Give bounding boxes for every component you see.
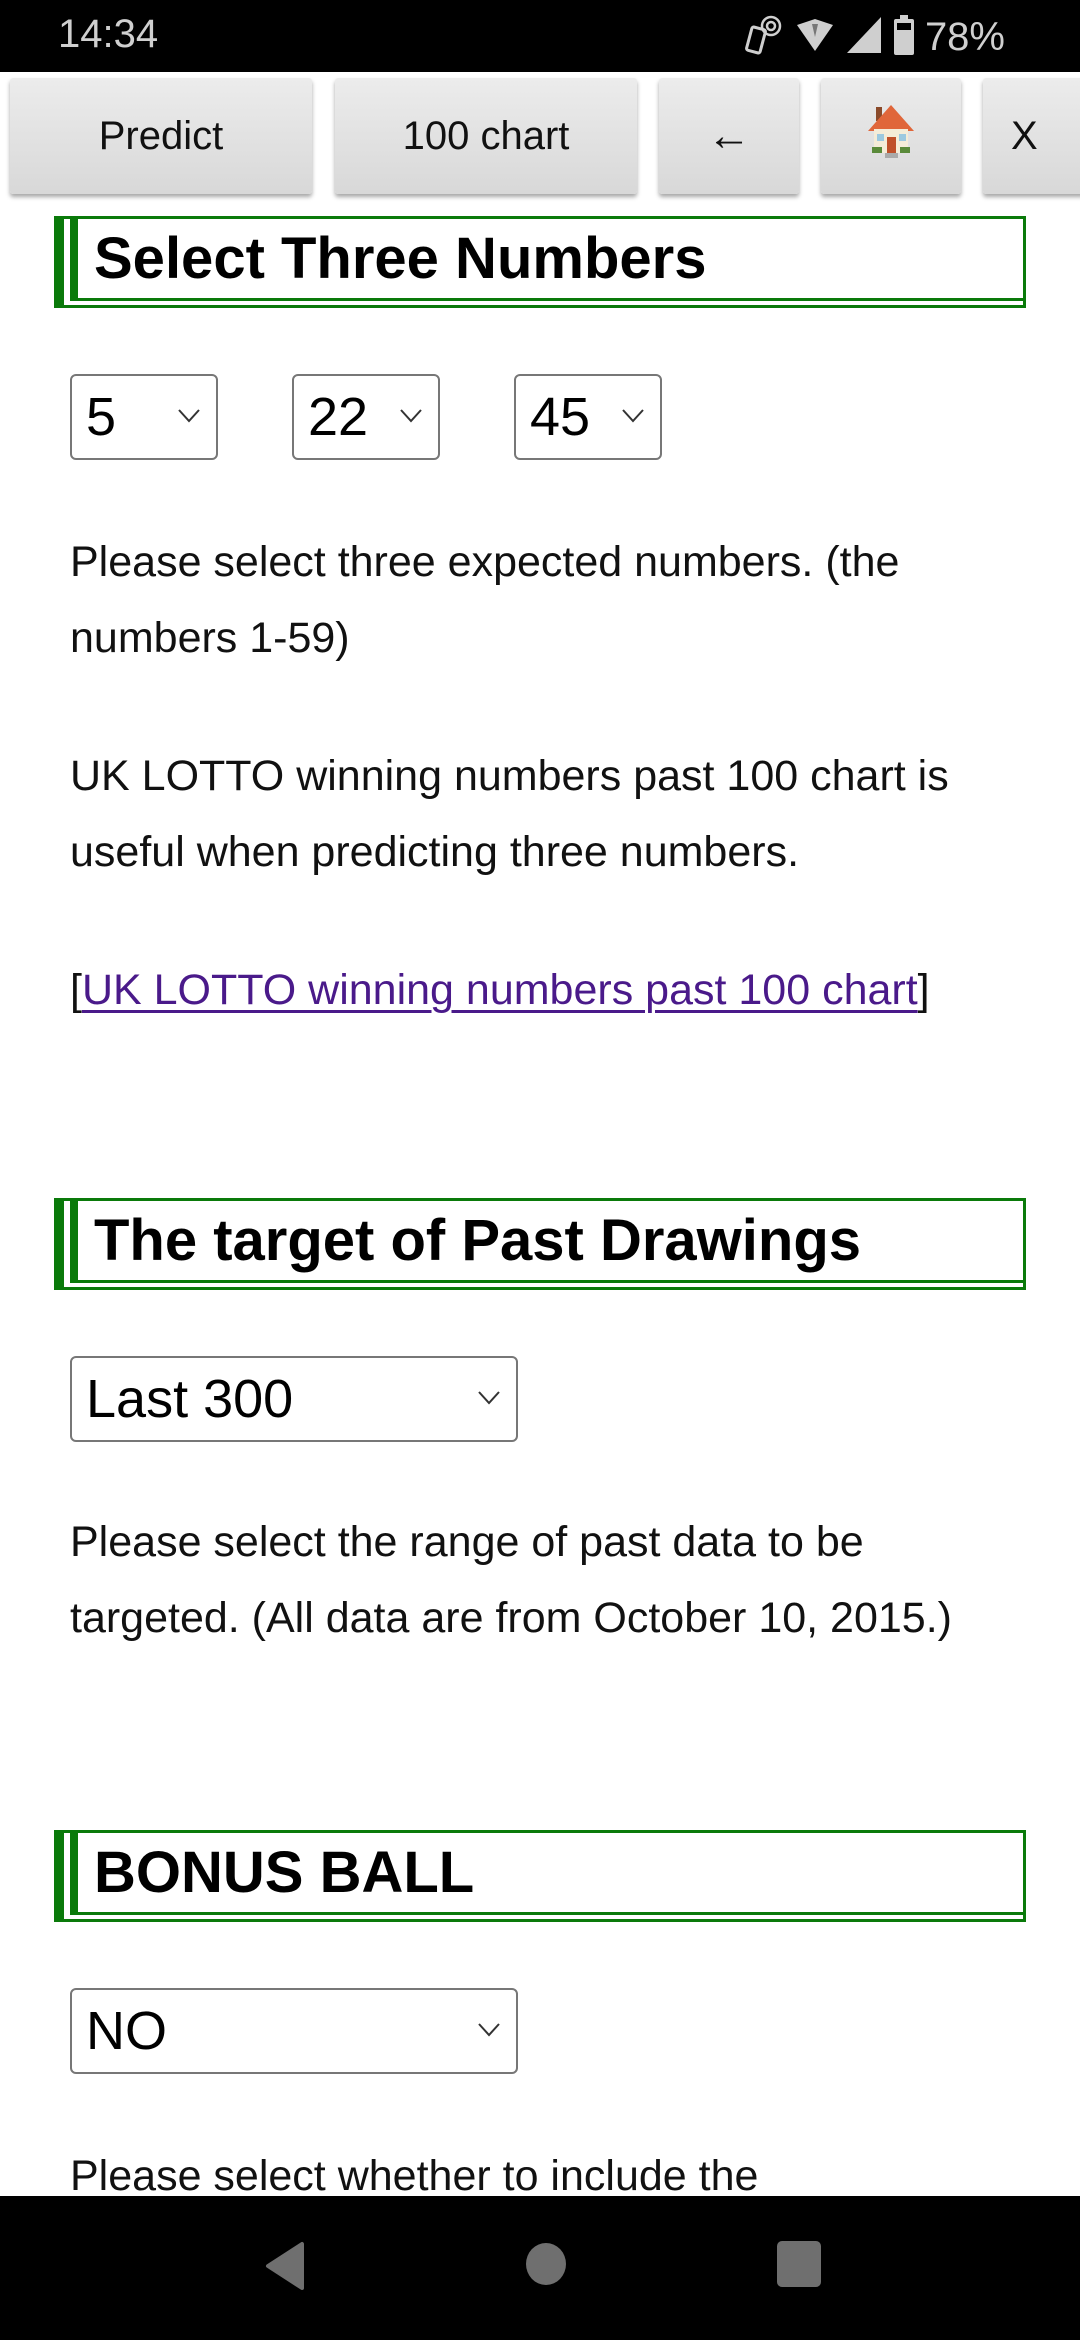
close-bracket: ] <box>917 966 930 1014</box>
100-chart-link[interactable]: UK LOTTO winning numbers past 100 chart <box>82 966 918 1014</box>
status-icons: 78% <box>745 14 1005 61</box>
nav-recents-button[interactable] <box>776 2240 822 2295</box>
wifi-icon <box>795 15 835 60</box>
select-numbers-instructions: Please select three expected numbers. (t… <box>70 538 900 662</box>
heading-text: BONUS BALL <box>70 1833 1023 1915</box>
chevron-down-icon <box>178 409 200 423</box>
close-button[interactable]: X <box>983 78 1080 194</box>
bonus-ball-instructions: Please select whether to include the <box>70 2152 759 2196</box>
home-circle-icon <box>526 2243 566 2285</box>
battery-icon <box>893 15 915 60</box>
chevron-down-icon <box>622 409 644 423</box>
predict-button[interactable]: Predict <box>10 78 312 194</box>
chart-usefulness-text: UK LOTTO winning numbers past 100 chart … <box>70 752 949 876</box>
past-drawings-instructions: Please select the range of past data to … <box>70 1518 952 1642</box>
100-chart-button[interactable]: 100 chart <box>335 78 637 194</box>
number-select-2-value: 22 <box>308 387 369 447</box>
bonus-ball-select-value: NO <box>86 2001 167 2061</box>
heading-text: Select Three Numbers <box>70 219 1023 301</box>
number-select-3-value: 45 <box>530 387 591 447</box>
number-select-1[interactable]: 5 <box>70 374 218 460</box>
chart-link-paragraph: [UK LOTTO winning numbers past 100 chart… <box>70 952 970 1028</box>
chevron-down-icon <box>478 2023 500 2037</box>
home-icon <box>866 103 916 169</box>
battery-percent: 78% <box>924 15 1005 59</box>
number-select-2[interactable]: 22 <box>292 374 440 460</box>
toolbar: Predict 100 chart ← X <box>0 72 1080 212</box>
past-drawings-select-value: Last 300 <box>86 1369 294 1429</box>
page-content: Select Three Numbers 5 22 45 Please sele… <box>0 212 1080 2196</box>
nav-back-button[interactable] <box>262 2240 306 2297</box>
number-select-1-value: 5 <box>86 387 117 447</box>
nav-home-button[interactable] <box>524 2240 568 2293</box>
number-select-3[interactable]: 45 <box>514 374 662 460</box>
section-heading-select-numbers: Select Three Numbers <box>54 216 1026 308</box>
back-button[interactable]: ← <box>659 78 799 194</box>
home-button[interactable] <box>821 78 961 194</box>
chevron-down-icon <box>478 1391 500 1405</box>
chevron-down-icon <box>400 409 422 423</box>
signal-icon <box>845 15 883 60</box>
bonus-ball-select[interactable]: NO <box>70 1988 518 2074</box>
system-nav-bar <box>0 2196 1080 2340</box>
status-bar: 14:34 78% <box>0 0 1080 72</box>
open-bracket: [ <box>70 966 82 1014</box>
arrow-left-icon: ← <box>707 111 751 160</box>
status-time: 14:34 <box>58 12 159 56</box>
heading-text: The target of Past Drawings <box>70 1201 1023 1283</box>
past-drawings-select[interactable]: Last 300 <box>70 1356 518 1442</box>
section-heading-bonus-ball: BONUS BALL <box>54 1830 1026 1922</box>
recents-square-icon <box>777 2241 821 2287</box>
back-triangle-icon <box>266 2242 304 2290</box>
section-heading-past-drawings: The target of Past Drawings <box>54 1198 1026 1290</box>
nfc-icon <box>745 14 785 61</box>
